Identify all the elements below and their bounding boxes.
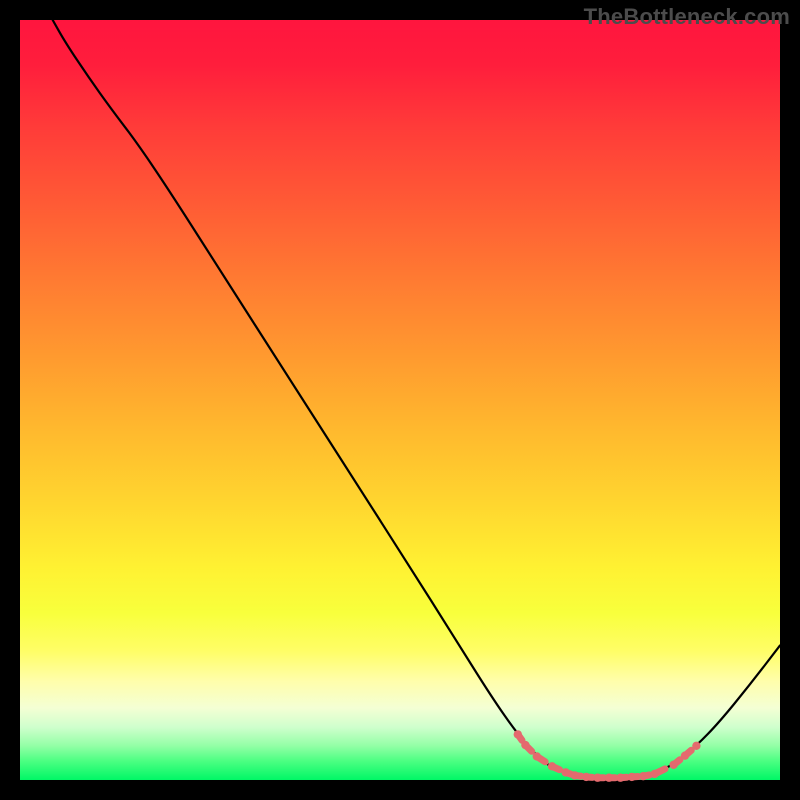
marker-segment <box>552 766 560 769</box>
watermark-text: TheBottleneck.com <box>584 4 790 30</box>
marker-segment <box>643 775 649 776</box>
marker-segment <box>655 769 665 774</box>
marker-dot <box>692 742 700 750</box>
curve-layer <box>53 20 780 778</box>
chart-svg <box>20 20 780 780</box>
marker-segment <box>537 756 545 761</box>
marker-segment <box>518 734 522 740</box>
chart-frame: TheBottleneck.com <box>0 0 800 800</box>
plot-area <box>20 20 780 780</box>
marker-segment <box>566 772 571 774</box>
marker-segment <box>575 775 581 776</box>
marker-segment <box>685 750 691 755</box>
marker-segment <box>674 760 680 765</box>
marker-layer <box>514 730 701 782</box>
bottleneck-curve <box>53 20 780 778</box>
marker-segment <box>525 745 531 751</box>
